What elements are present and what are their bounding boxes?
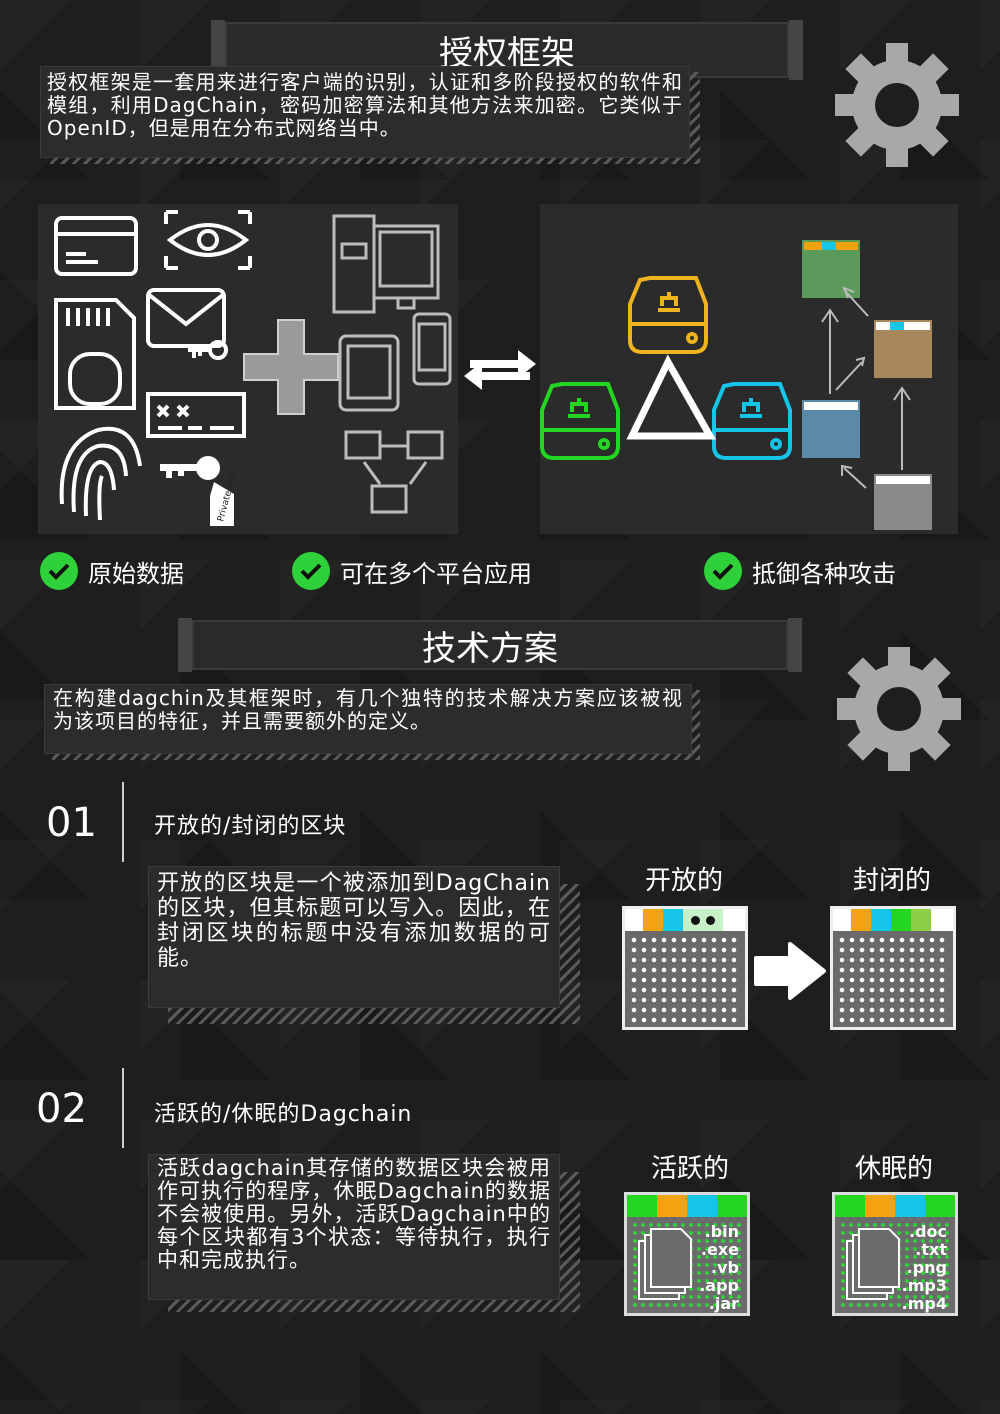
section-title-bar: 技术方案	[178, 618, 802, 672]
auth-methods-panel: Private key	[38, 204, 458, 534]
dormant-block-label: 休眠的	[854, 1154, 933, 1184]
item-heading: 活跃的/休眠的Dagchain	[154, 1102, 413, 1127]
file-extensions: .bin .exe .vb .app .jar	[699, 1223, 739, 1313]
desktop-computer-icon	[332, 214, 440, 314]
fingerprint-icon	[59, 426, 142, 521]
item-number: 02	[36, 1086, 87, 1132]
check-icon	[40, 552, 78, 590]
item-number: 01	[46, 800, 97, 846]
credit-card-icon	[54, 216, 138, 276]
dagchain-panel	[540, 204, 958, 534]
closed-block	[830, 906, 956, 1030]
feature-label: 抵御各种攻击	[752, 559, 896, 588]
divider	[122, 1068, 124, 1148]
item-desc-box: 开放的区块是一个被添加到DagChain的区块，但其标题可以写入。因此，在封闭区…	[148, 866, 560, 1008]
auth-methods-illustration: Private key	[54, 210, 452, 526]
file-extension: .png	[906, 1258, 947, 1277]
exchange-arrows-icon	[464, 350, 536, 390]
open-block	[622, 906, 748, 1030]
file-extension: .jar	[708, 1294, 739, 1313]
section-desc: 授权框架是一套用来进行客户端的识别，认证和多阶段授权的软件和模组，利用DagCh…	[47, 70, 683, 140]
feature-label: 原始数据	[88, 559, 184, 588]
open-slot-icon	[683, 909, 723, 931]
file-extension: .mp4	[901, 1294, 947, 1313]
plus-icon	[243, 319, 339, 415]
gear-icon	[837, 647, 961, 771]
file-extension: .doc	[908, 1222, 947, 1241]
item-desc: 活跃dagchain其存储的数据区块会被用作可执行的程序，休眠Dagchain的…	[157, 1156, 551, 1272]
check-icon	[292, 552, 330, 590]
file-extension: .bin	[704, 1222, 739, 1241]
storage-drive-icon	[540, 382, 620, 460]
file-extension: .txt	[915, 1240, 947, 1259]
section-desc: 在构建dagchin及其框架时，有几个独特的技术解决方案应该被视为该项目的特征，…	[53, 686, 683, 733]
storage-drive-icon	[628, 276, 708, 354]
file-extension: .app	[699, 1276, 739, 1295]
triangle-icon	[626, 354, 717, 440]
files-icon	[638, 1228, 692, 1300]
active-block: .bin .exe .vb .app .jar	[624, 1192, 750, 1316]
closed-block-label: 封闭的	[852, 866, 931, 896]
dormant-block: .doc .txt .png .mp3 .mp4	[832, 1192, 958, 1316]
files-icon	[846, 1228, 900, 1300]
divider	[122, 782, 124, 862]
section-desc-box: 在构建dagchin及其框架时，有几个独特的技术解决方案应该被视为该项目的特征，…	[44, 684, 692, 754]
storage-drive-icon	[712, 382, 792, 460]
item-desc: 开放的区块是一个被添加到DagChain的区块，但其标题可以写入。因此，在封闭区…	[157, 871, 551, 971]
file-extension: .mp3	[901, 1276, 947, 1295]
network-icon	[344, 430, 444, 514]
file-extension: .vb	[711, 1258, 739, 1277]
open-block-label: 开放的	[644, 866, 723, 896]
dagchain-illustration	[540, 240, 932, 530]
feature-label: 可在多个平台应用	[340, 559, 532, 588]
active-block-label: 活跃的	[650, 1154, 729, 1184]
item-heading: 开放的/封闭的区块	[154, 814, 347, 839]
feature-check-item: 可在多个平台应用	[292, 552, 532, 590]
gear-icon	[835, 43, 959, 167]
mail-icon	[146, 288, 226, 348]
section-desc-box: 授权框架是一套用来进行客户端的识别，认证和多阶段授权的软件和模组，利用DagCh…	[40, 66, 690, 158]
check-icon	[704, 552, 742, 590]
section-title: 技术方案	[422, 628, 558, 669]
file-extension: .exe	[700, 1240, 739, 1259]
item-desc-box: 活跃dagchain其存储的数据区块会被用作可执行的程序，休眠Dagchain的…	[148, 1154, 560, 1300]
feature-check-item: 抵御各种攻击	[704, 552, 896, 590]
block-stack	[802, 240, 932, 530]
feature-check-item: 原始数据	[40, 552, 184, 590]
file-extensions: .doc .txt .png .mp3 .mp4	[902, 1223, 947, 1313]
arrow-right-icon	[754, 942, 826, 1000]
